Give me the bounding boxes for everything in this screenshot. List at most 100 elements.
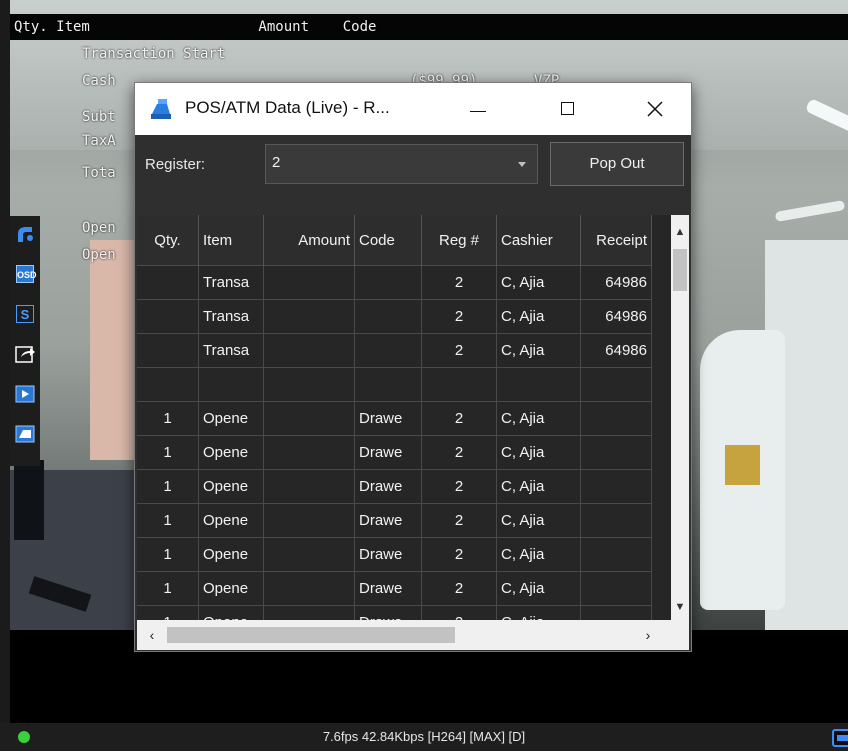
cell-code <box>354 367 422 402</box>
cell-qty: 1 <box>137 503 199 538</box>
column-header[interactable]: Code <box>354 215 422 266</box>
cell-cashier <box>496 367 581 402</box>
playback-icon[interactable] <box>13 382 37 406</box>
cell-register: 2 <box>421 265 497 300</box>
scroll-up-icon[interactable]: ▲ <box>671 223 689 241</box>
snapshot-button[interactable]: S <box>13 302 37 326</box>
pop-out-button[interactable]: Pop Out <box>550 142 684 186</box>
scroll-right-icon[interactable]: › <box>639 626 657 644</box>
horizontal-scroll-thumb[interactable] <box>167 627 455 643</box>
cell-cashier: C, Ajia <box>496 435 581 470</box>
cell-code: Drawe <box>354 537 422 572</box>
cell-amount <box>263 401 355 436</box>
column-header[interactable]: Amount <box>263 215 355 266</box>
close-button[interactable] <box>632 83 678 135</box>
cell-code: Drawe <box>354 503 422 538</box>
pos-overlay-line: Tota <box>82 165 116 181</box>
vertical-scrollbar[interactable]: ▲ ▼ <box>671 215 689 620</box>
cell-qty <box>137 367 199 402</box>
column-header[interactable]: Cashier <box>496 215 581 266</box>
cell-register: 2 <box>421 605 497 620</box>
table-row[interactable]: 1Opene Drawe2C, Ajia <box>137 469 652 504</box>
column-header[interactable]: Receipt <box>580 215 652 266</box>
column-header[interactable]: Reg # <box>421 215 497 266</box>
cash-register-icon <box>149 97 173 121</box>
fullscreen-icon[interactable] <box>832 729 848 747</box>
cell-qty: 1 <box>137 537 199 572</box>
cell-receipt <box>580 537 652 572</box>
cell-item: Opene <box>198 469 264 504</box>
cell-item: Opene <box>198 571 264 606</box>
cell-cashier: C, Ajia <box>496 469 581 504</box>
cell-register: 2 <box>421 435 497 470</box>
column-header[interactable]: Item <box>198 215 264 266</box>
cell-register: 2 <box>421 333 497 368</box>
cell-cashier: C, Ajia <box>496 299 581 334</box>
feed-ceiling-light <box>774 199 846 223</box>
table-row[interactable]: 1Opene Drawe2C, Ajia <box>137 605 652 620</box>
cell-receipt <box>580 605 652 620</box>
feed-monitor <box>14 460 44 540</box>
cell-qty <box>137 265 199 300</box>
cell-amount <box>263 537 355 572</box>
table-row[interactable]: 1Opene Drawe2C, Ajia <box>137 401 652 436</box>
cell-code <box>354 265 422 300</box>
export-icon[interactable] <box>13 342 37 366</box>
table-row[interactable]: 1Opene Drawe2C, Ajia <box>137 537 652 572</box>
osd-button[interactable]: OSD <box>13 262 37 286</box>
horizontal-scrollbar[interactable]: ‹ › <box>137 620 671 650</box>
cell-register: 2 <box>421 401 497 436</box>
cell-code: Drawe <box>354 469 422 504</box>
pos-overlay-line: TaxA <box>82 133 116 149</box>
cell-receipt <box>580 435 652 470</box>
cell-amount <box>263 265 355 300</box>
pos-overlay-line: Open <box>82 220 116 236</box>
scroll-down-icon[interactable]: ▼ <box>671 598 689 616</box>
register-dropdown[interactable]: 2 <box>265 144 538 184</box>
dialog-title: POS/ATM Data (Live) - R... <box>185 98 390 117</box>
pos-overlay-header: Qty. Item Amount Code <box>14 19 377 35</box>
pos-data-table[interactable]: Qty. Item Amount Code Reg # Cashier Rece… <box>137 215 671 620</box>
scroll-left-icon[interactable]: ‹ <box>143 626 161 644</box>
pan-tilt-icon[interactable] <box>13 222 37 246</box>
table-header-row: Qty. Item Amount Code Reg # Cashier Rece… <box>137 215 652 266</box>
cell-item: Opene <box>198 537 264 572</box>
maximize-button[interactable] <box>545 83 591 135</box>
pos-overlay-line: Subt <box>82 109 116 125</box>
cell-amount <box>263 503 355 538</box>
dialog-titlebar[interactable]: POS/ATM Data (Live) - R... <box>135 83 691 135</box>
cell-code: Drawe <box>354 605 422 620</box>
cell-qty: 1 <box>137 401 199 436</box>
vertical-scroll-thumb[interactable] <box>673 249 687 291</box>
s-icon: S <box>16 305 34 323</box>
feed-machine-slot <box>725 445 760 485</box>
column-header[interactable]: Qty. <box>137 215 199 266</box>
cell-qty <box>137 299 199 334</box>
table-row[interactable]: 1Opene Drawe2C, Ajia <box>137 571 652 606</box>
osd-icon: OSD <box>16 265 37 283</box>
cell-amount <box>263 571 355 606</box>
table-row[interactable]: Transa 2 C, Ajia 64986 <box>137 333 652 368</box>
table-row[interactable]: Transa 2 C, Ajia 64986 <box>137 299 652 334</box>
cell-code <box>354 333 422 368</box>
cell-cashier: C, Ajia <box>496 503 581 538</box>
cell-amount <box>263 299 355 334</box>
table-row[interactable] <box>137 367 652 402</box>
cell-item: Transa <box>198 299 264 334</box>
cell-item <box>198 367 264 402</box>
table-row[interactable]: 1Opene Drawe2C, Ajia <box>137 435 652 470</box>
resize-grip-icon[interactable] <box>671 620 689 650</box>
cell-code: Drawe <box>354 401 422 436</box>
table-row[interactable]: 1Opene Drawe2C, Ajia <box>137 503 652 538</box>
chevron-down-icon[interactable] <box>507 145 537 183</box>
minimize-button[interactable] <box>455 83 501 135</box>
cell-register: 2 <box>421 299 497 334</box>
pos-overlay-line: Open <box>82 247 116 263</box>
cell-item: Transa <box>198 265 264 300</box>
cell-cashier: C, Ajia <box>496 571 581 606</box>
cell-qty: 1 <box>137 469 199 504</box>
cell-cashier: C, Ajia <box>496 401 581 436</box>
table-row[interactable]: Transa 2 C, Ajia 64986 <box>137 265 652 300</box>
pos-data-icon[interactable] <box>13 422 37 446</box>
cell-qty: 1 <box>137 435 199 470</box>
